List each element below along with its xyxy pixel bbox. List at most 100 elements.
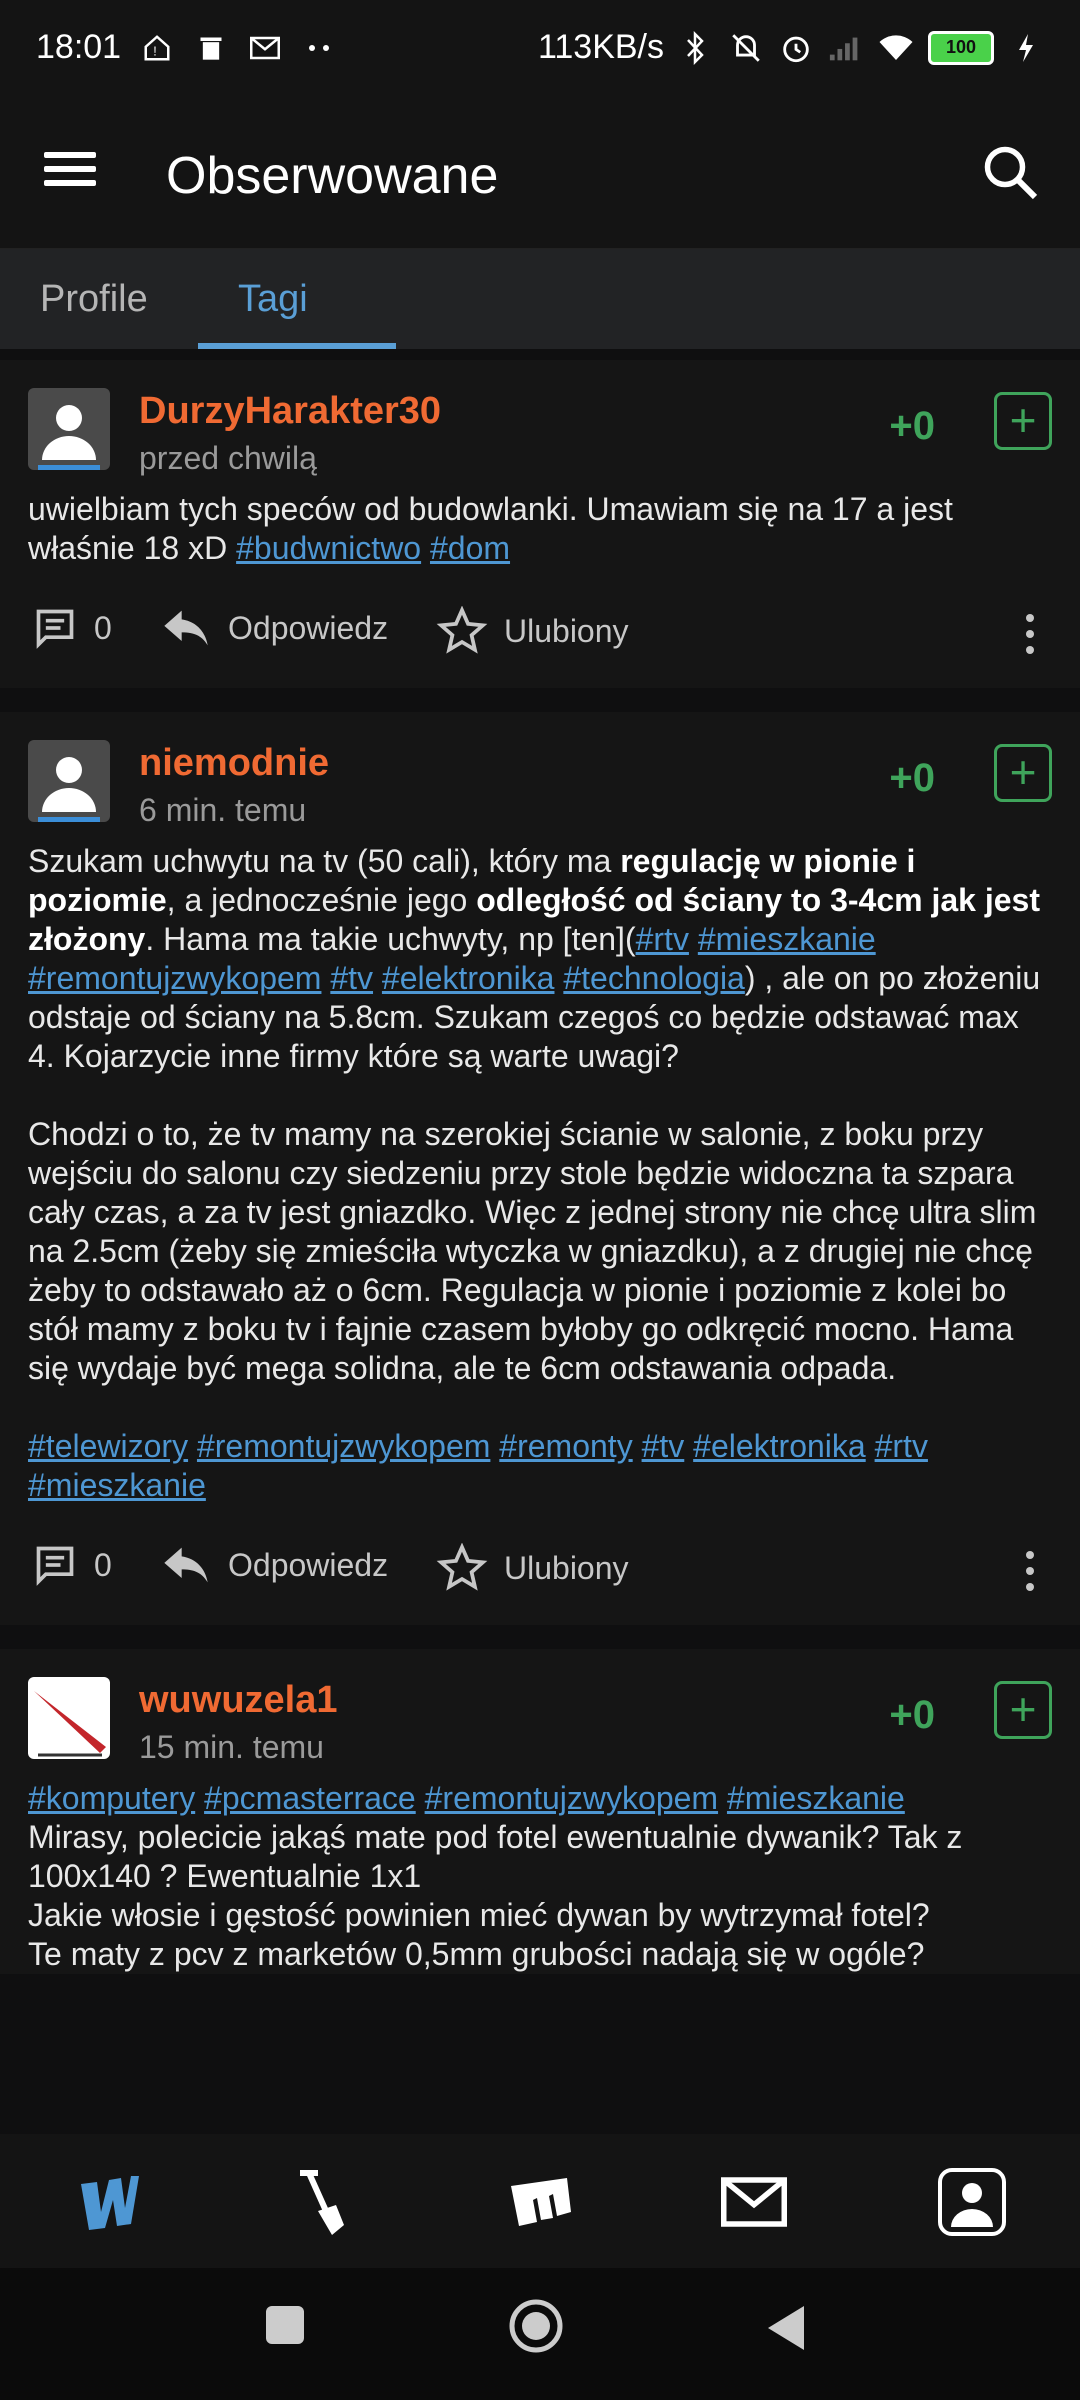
net-speed: 113KB/s <box>537 28 664 66</box>
reply-button[interactable]: Odpowiedz <box>160 606 388 650</box>
profile-icon[interactable] <box>932 2162 1012 2242</box>
tag-link[interactable]: #remontujzwykopem <box>197 1428 490 1464</box>
tag-link[interactable]: #remonty <box>499 1428 632 1464</box>
back-triangle-icon[interactable] <box>764 2304 808 2357</box>
active-tab-indicator <box>198 343 396 349</box>
tag-link[interactable]: #rtv <box>875 1428 928 1464</box>
alarm-icon <box>778 30 814 66</box>
charging-icon <box>1008 30 1044 66</box>
avatar[interactable] <box>28 1677 110 1759</box>
system-nav <box>0 2268 1080 2400</box>
reply-label: Odpowiedz <box>228 609 389 646</box>
status-time: 18:01 <box>36 28 122 66</box>
page-title: Obserwowane <box>166 147 499 205</box>
favorite-label: Ulubiony <box>504 1549 629 1586</box>
tag-link[interactable]: #tv <box>330 960 373 996</box>
post-body: uwielbiam tych speców od budowlanki. Uma… <box>0 480 1080 568</box>
post-body: #komputery #pcmasterrace #remontujzwykop… <box>0 1769 1080 1974</box>
reply-icon <box>164 610 208 646</box>
comments-button[interactable]: 0 <box>32 606 112 650</box>
wykop-home-icon[interactable] <box>68 2162 148 2242</box>
comments-button[interactable]: 0 <box>32 1543 112 1587</box>
status-bar: 18:01 ! 113KB/s 100 <box>0 0 1080 96</box>
home-alert-icon: ! <box>139 30 175 66</box>
star-icon <box>436 606 488 654</box>
upvote-button[interactable]: + <box>994 392 1052 450</box>
favorite-button[interactable]: Ulubiony <box>436 1543 629 1593</box>
mute-icon <box>728 30 764 66</box>
svg-text:!: ! <box>153 44 156 58</box>
feed: DurzyHarakter30 przed chwilą +0 + uwielb… <box>0 360 1080 1998</box>
comment-icon <box>36 609 74 649</box>
post-tags: #telewizory #remontujzwykopem #remonty #… <box>28 1427 1052 1505</box>
tab-tagi[interactable]: Tagi <box>198 249 348 349</box>
tag-link[interactable]: #telewizory <box>28 1428 188 1464</box>
post-line: Te maty z pcv z marketów 0,5mm grubości … <box>28 1936 925 1972</box>
post-line: Mirasy, polecicie jakąś mate pod fotel e… <box>28 1819 963 1894</box>
tab-profile[interactable]: Profile <box>0 249 188 349</box>
post-actions: 0 Odpowiedz Ulubiony <box>0 568 1080 688</box>
avatar[interactable] <box>28 388 110 470</box>
favorite-button[interactable]: Ulubiony <box>436 606 629 656</box>
post: wuwuzela1 15 min. temu +0 + #komputery #… <box>0 1649 1080 1974</box>
more-dots-icon <box>301 30 337 66</box>
tag-link[interactable]: #mieszkanie <box>727 1780 905 1816</box>
wifi-icon <box>878 30 914 66</box>
tag-link[interactable]: #budwnictwo <box>236 530 421 566</box>
vote-count: +0 <box>889 756 935 800</box>
post: DurzyHarakter30 przed chwilą +0 + uwielb… <box>0 360 1080 688</box>
battery-icon: 100 <box>928 30 994 65</box>
post-tags: #komputery #pcmasterrace #remontujzwykop… <box>28 1779 1052 1818</box>
comment-count: 0 <box>94 1546 112 1583</box>
hamburger-icon[interactable] <box>40 144 100 204</box>
post-time: przed chwilą <box>139 440 317 476</box>
tag-link[interactable]: #remontujzwykopem <box>28 960 321 996</box>
username[interactable]: DurzyHarakter30 <box>139 390 441 433</box>
bottom-nav <box>0 2134 1080 2268</box>
username[interactable]: niemodnie <box>139 742 329 785</box>
post-actions: 0 Odpowiedz Ulubiony <box>0 1505 1080 1625</box>
post-time: 6 min. temu <box>139 792 307 828</box>
post: niemodnie 6 min. temu +0 + Szukam uchwyt… <box>0 712 1080 1625</box>
tag-link[interactable]: #mieszkanie <box>28 1467 206 1503</box>
tag-link[interactable]: #technologia <box>563 960 744 996</box>
tag-link[interactable]: #tv <box>642 1428 685 1464</box>
tag-link[interactable]: #dom <box>430 530 510 566</box>
post-paragraph: Szukam uchwytu na tv (50 cali), który ma… <box>28 843 1041 1074</box>
tag-link[interactable]: #komputery <box>28 1780 195 1816</box>
tab-bar: Profile Tagi <box>0 249 1080 349</box>
post-line: Jakie włosie i gęstość powinien mieć dyw… <box>28 1897 930 1933</box>
username[interactable]: wuwuzela1 <box>139 1679 338 1722</box>
tag-link[interactable]: #mieszkanie <box>698 921 876 957</box>
trash-icon <box>193 30 229 66</box>
bluetooth-icon <box>678 30 714 66</box>
home-circle-icon[interactable] <box>508 2298 564 2359</box>
upvote-button[interactable]: + <box>994 1681 1052 1739</box>
tag-link[interactable]: #elektronika <box>693 1428 866 1464</box>
more-options-icon[interactable] <box>1020 1543 1040 1599</box>
reply-icon <box>164 1547 208 1583</box>
reply-label: Odpowiedz <box>228 1546 389 1583</box>
comment-icon <box>36 1546 74 1586</box>
tag-link[interactable]: #remontujzwykopem <box>425 1780 718 1816</box>
vote-count: +0 <box>889 1693 935 1737</box>
comment-count: 0 <box>94 609 112 646</box>
upvote-button[interactable]: + <box>994 744 1052 802</box>
avatar[interactable] <box>28 740 110 822</box>
mikroblog-icon[interactable] <box>500 2162 580 2242</box>
star-icon <box>436 1543 488 1591</box>
tag-link[interactable]: #pcmasterrace <box>204 1780 416 1816</box>
reply-button[interactable]: Odpowiedz <box>160 1543 388 1587</box>
favorite-label: Ulubiony <box>504 612 629 649</box>
tag-link[interactable]: #elektronika <box>382 960 555 996</box>
search-icon[interactable] <box>980 142 1040 202</box>
post-body: Szukam uchwytu na tv (50 cali), który ma… <box>0 832 1080 1505</box>
more-options-icon[interactable] <box>1020 606 1040 662</box>
vote-count: +0 <box>889 404 935 448</box>
tag-link[interactable]: #rtv <box>636 921 689 957</box>
post-paragraph: Chodzi o to, że tv mamy na szerokiej ści… <box>28 1116 1037 1386</box>
recents-square-icon[interactable] <box>264 2304 306 2351</box>
mail-icon[interactable] <box>714 2162 794 2242</box>
shovel-icon[interactable] <box>282 2162 362 2242</box>
post-time: 15 min. temu <box>139 1729 324 1765</box>
